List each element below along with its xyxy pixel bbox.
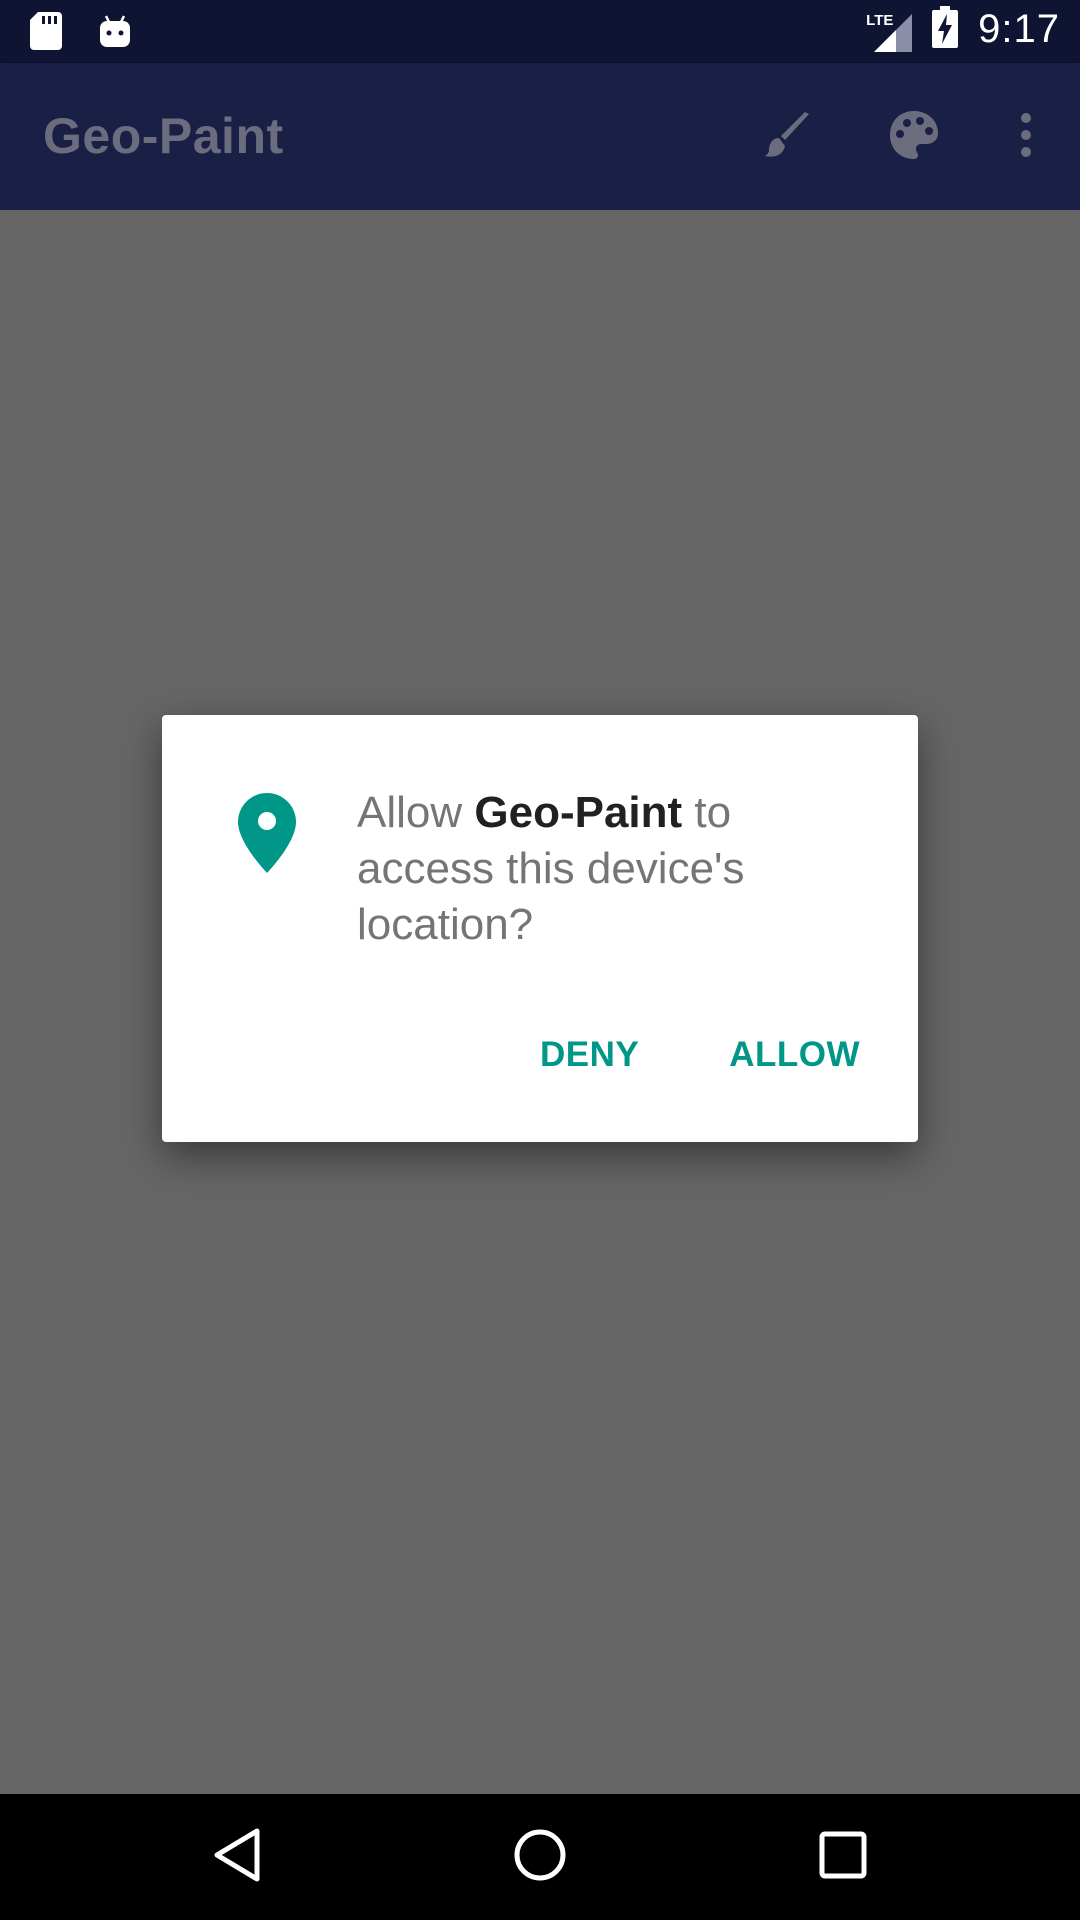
- signal-icon: LTE: [866, 8, 913, 52]
- back-icon: [213, 1827, 261, 1888]
- status-time: 9:17: [978, 7, 1060, 51]
- dialog-buttons: DENY ALLOW: [540, 1035, 860, 1075]
- app-title: Geo-Paint: [43, 108, 284, 164]
- allow-button[interactable]: ALLOW: [729, 1035, 860, 1075]
- status-right-icons: LTE 9:17: [866, 6, 1060, 53]
- message-prefix: Allow: [357, 788, 475, 837]
- home-icon: [512, 1827, 568, 1888]
- sd-card-icon: [30, 12, 62, 55]
- more-vert-icon: [1019, 112, 1033, 163]
- back-button[interactable]: [204, 1824, 270, 1890]
- permission-dialog: Allow Geo-Paint to access this device's …: [162, 715, 918, 1142]
- palette-icon: [888, 109, 940, 166]
- navigation-bar: [0, 1794, 1080, 1920]
- app-bar: Geo-Paint: [0, 63, 1080, 210]
- deny-button[interactable]: DENY: [540, 1035, 639, 1075]
- android-icon: [98, 14, 132, 53]
- brush-icon: [763, 110, 813, 165]
- status-left-icons: [30, 12, 132, 55]
- app-bar-actions: [754, 103, 1060, 171]
- message-app-name: Geo-Paint: [474, 788, 683, 837]
- more-options-button[interactable]: [992, 103, 1060, 171]
- dialog-message: Allow Geo-Paint to access this device's …: [357, 785, 857, 953]
- location-pin-icon: [238, 793, 296, 878]
- battery-charging-icon: [932, 6, 959, 53]
- recents-button[interactable]: [810, 1824, 876, 1890]
- palette-button[interactable]: [880, 103, 948, 171]
- home-button[interactable]: [507, 1824, 573, 1890]
- status-bar: LTE 9:17: [0, 0, 1080, 63]
- recents-icon: [818, 1830, 868, 1885]
- brush-button[interactable]: [754, 103, 822, 171]
